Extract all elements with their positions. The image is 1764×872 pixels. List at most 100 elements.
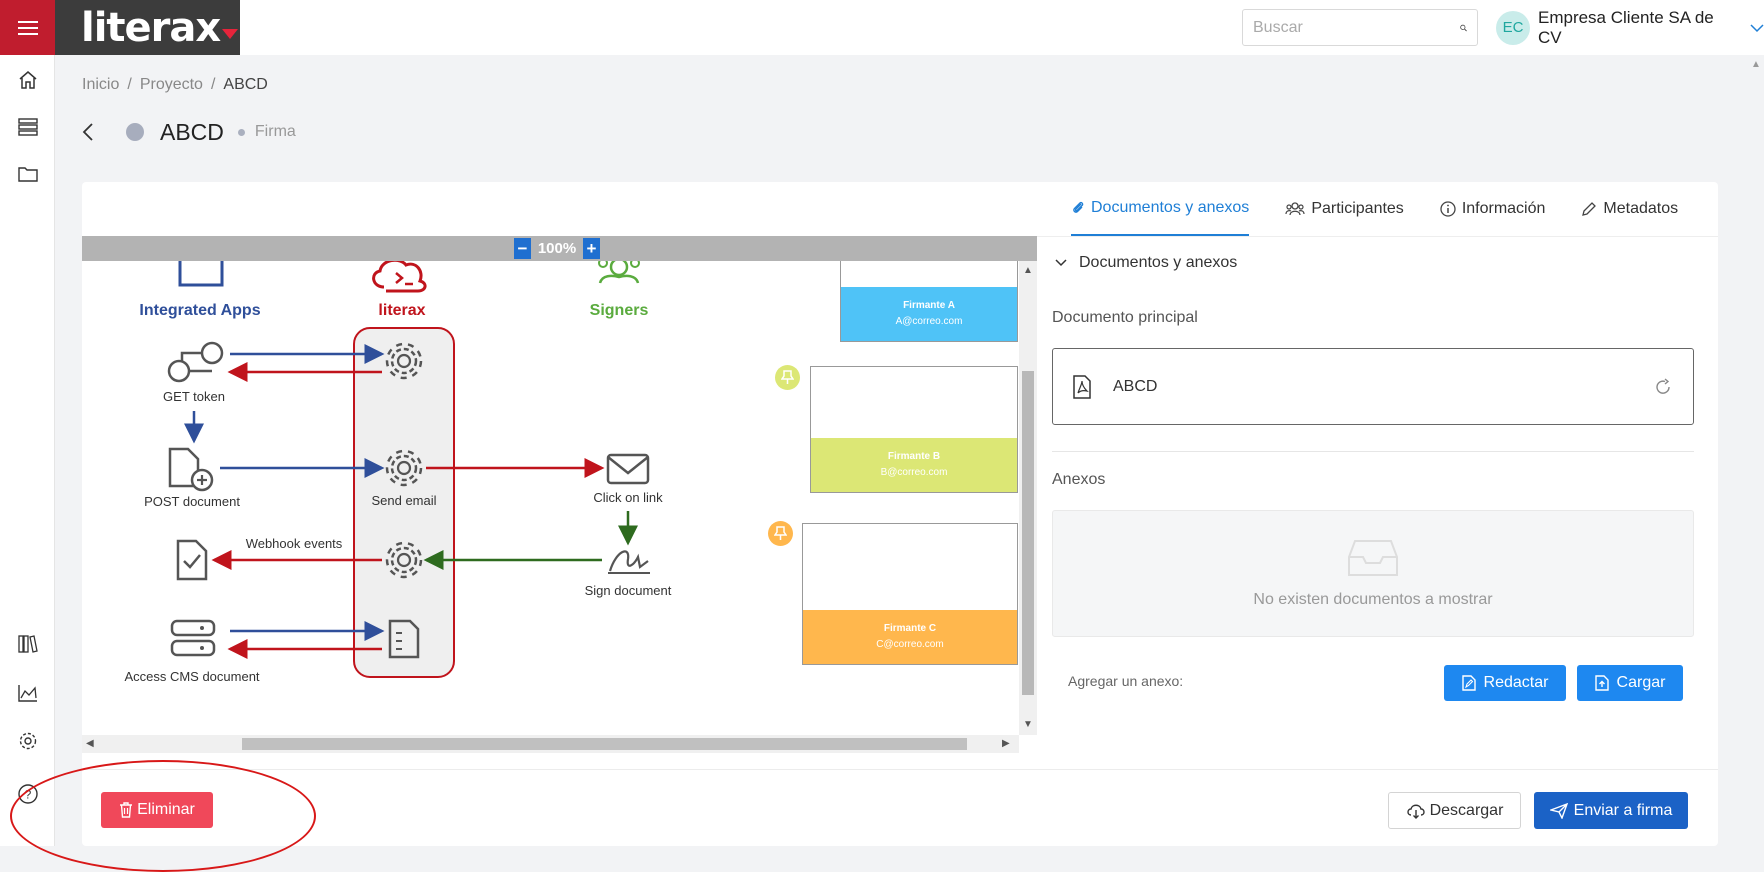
folder-icon[interactable] <box>14 160 42 188</box>
signature-icon <box>608 550 650 574</box>
upload-document-icon <box>1594 675 1609 691</box>
logo-text: literax <box>81 4 221 51</box>
signer-band: Firmante B B@correo.com <box>811 438 1017 492</box>
signer-band: Firmante C C@correo.com <box>803 610 1017 664</box>
scrollbar-thumb[interactable] <box>1022 371 1034 695</box>
delete-button[interactable]: Eliminar <box>101 792 213 828</box>
search-icon[interactable] <box>1460 20 1467 36</box>
col-apps-heading: Integrated Apps <box>139 302 260 319</box>
tab-informacion[interactable]: Información <box>1440 182 1546 236</box>
send-to-sign-button[interactable]: Enviar a firma <box>1534 792 1688 829</box>
scroll-up-arrow-icon[interactable]: ▲ <box>1751 59 1761 70</box>
scroll-left-arrow-icon[interactable]: ◀ <box>86 738 94 749</box>
tab-metadatos[interactable]: Metadatos <box>1581 182 1678 236</box>
horizontal-scrollbar[interactable]: ◀ ▶ <box>82 735 1019 753</box>
inbox-icon <box>1348 539 1398 576</box>
chart-icon[interactable] <box>14 679 42 707</box>
scroll-up-arrow-icon[interactable]: ▲ <box>1023 265 1033 276</box>
svg-text:?: ? <box>25 788 32 802</box>
library-icon[interactable] <box>14 630 42 658</box>
scroll-right-arrow-icon[interactable]: ▶ <box>1002 738 1010 749</box>
apps-icon <box>178 261 224 287</box>
page-scrollbar[interactable]: ▲ <box>1748 55 1764 846</box>
trash-icon <box>120 802 133 818</box>
top-bar: literax EC Empresa Cliente SA de CV <box>0 0 1764 55</box>
zoom-out-button[interactable]: − <box>514 238 531 259</box>
user-name: Empresa Cliente SA de CV <box>1537 7 1714 47</box>
pin-icon[interactable] <box>775 365 800 390</box>
upload-button-label: Cargar <box>1616 674 1666 691</box>
col-signers-heading: Signers <box>590 302 649 319</box>
gear-icon[interactable] <box>14 727 42 755</box>
zoom-in-button[interactable]: + <box>583 238 600 259</box>
signer-card-a[interactable]: Firmante A A@correo.com <box>840 261 1018 342</box>
divider <box>1052 451 1694 452</box>
draft-button[interactable]: Redactar <box>1444 665 1566 701</box>
check-file-icon <box>176 539 208 581</box>
user-menu[interactable]: EC Empresa Cliente SA de CV <box>1496 7 1764 47</box>
click-link-label: Click on link <box>593 490 663 505</box>
annexes-empty-state: No existen documentos a mostrar <box>1052 510 1694 637</box>
breadcrumb-item-current: ABCD <box>223 76 268 93</box>
download-button-label: Descargar <box>1429 801 1504 819</box>
search-box <box>1242 9 1478 46</box>
signer-card-c[interactable]: Firmante C C@correo.com <box>802 523 1018 665</box>
main-document-label: Documento principal <box>1052 309 1198 326</box>
stage-label: Firma <box>254 123 296 140</box>
breadcrumb-separator: / <box>210 76 216 93</box>
flow-diagram: Integrated Apps literax Signers GET toke… <box>124 261 672 684</box>
send-email-label: Send email <box>371 493 436 508</box>
accordion-header[interactable]: Documentos y anexos <box>1037 236 1718 288</box>
vertical-scrollbar[interactable]: ▲ ▼ <box>1019 261 1037 735</box>
breadcrumb: Inicio / Proyecto / ABCD <box>82 76 268 94</box>
zoom-bar: − 100% + <box>82 236 1037 261</box>
post-document-label: POST document <box>144 494 240 509</box>
list-icon[interactable] <box>14 113 42 141</box>
people-icon <box>1285 202 1305 216</box>
upload-button[interactable]: Cargar <box>1577 665 1683 701</box>
breadcrumb-item-inicio[interactable]: Inicio <box>82 76 119 94</box>
info-icon <box>1440 201 1456 217</box>
scroll-down-arrow-icon[interactable]: ▼ <box>1023 719 1033 730</box>
replace-icon[interactable] <box>1653 377 1673 397</box>
sign-document-label: Sign document <box>585 583 672 598</box>
page-title: ABCD <box>160 118 224 145</box>
literax-logo[interactable]: literax <box>55 0 240 55</box>
signer-name: Firmante B <box>887 451 941 462</box>
paper-plane-icon <box>1549 802 1568 819</box>
help-icon[interactable]: ? <box>14 780 42 808</box>
download-button[interactable]: Descargar <box>1388 792 1521 829</box>
annexes-label: Anexos <box>1052 471 1106 488</box>
edit-document-icon <box>1461 675 1476 691</box>
sidebar: ? <box>0 55 55 846</box>
signer-name: Firmante A <box>903 300 955 311</box>
zoom-controls: − 100% + <box>514 238 600 259</box>
breadcrumb-separator: / <box>127 76 132 93</box>
breadcrumb-item-proyecto[interactable]: Proyecto <box>140 76 203 94</box>
cloud-terminal-icon <box>372 261 427 293</box>
scrollbar-thumb[interactable] <box>242 738 967 750</box>
document-viewer[interactable]: − 100% + Integrated Apps literax Signers… <box>82 236 1037 760</box>
search-input[interactable] <box>1253 18 1460 37</box>
main-document-item[interactable]: ABCD <box>1052 348 1694 425</box>
key-icon <box>167 341 224 383</box>
paperclip-icon <box>1073 201 1084 213</box>
zoom-level: 100% <box>537 240 577 257</box>
annexes-empty-text: No existen documentos a mostrar <box>1253 590 1493 608</box>
main-document-name: ABCD <box>1113 377 1158 395</box>
tab-participantes[interactable]: Participantes <box>1285 182 1404 236</box>
signer-card-b[interactable]: Firmante B B@correo.com <box>810 366 1018 493</box>
add-annex-label: Agregar un anexo: <box>1068 673 1184 689</box>
signer-email: B@correo.com <box>880 467 948 478</box>
home-icon[interactable] <box>14 66 42 94</box>
tab-label: Documentos y anexos <box>1091 199 1250 216</box>
envelope-icon <box>606 453 650 485</box>
pin-icon[interactable] <box>768 521 793 546</box>
page-header: ABCD Firma <box>82 116 296 148</box>
send-button-label: Enviar a firma <box>1573 801 1673 819</box>
tab-documentos[interactable]: Documentos y anexos <box>1071 182 1250 236</box>
tab-label: Información <box>1461 200 1546 217</box>
add-file-icon <box>168 447 214 492</box>
hamburger-menu-button[interactable] <box>0 0 55 55</box>
back-arrow-icon[interactable] <box>82 122 94 142</box>
